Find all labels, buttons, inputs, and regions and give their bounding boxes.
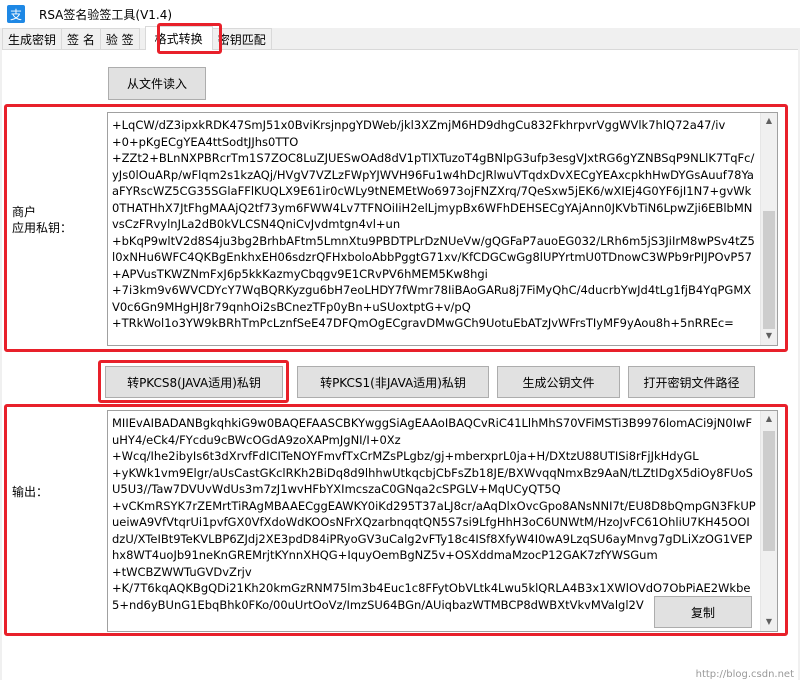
scroll-down-icon[interactable]: ▼ xyxy=(761,328,777,345)
watermark-text: http://blog.csdn.net xyxy=(695,669,794,680)
output-scrollbar[interactable]: ▲ ▼ xyxy=(760,411,777,631)
tab-highlight-box xyxy=(157,23,222,54)
open-key-path-button[interactable]: 打开密钥文件路径 xyxy=(628,366,755,398)
tab-sign[interactable]: 签 名 xyxy=(61,28,101,50)
scroll-up-icon[interactable]: ▲ xyxy=(761,411,777,428)
output-label: 输出： xyxy=(12,485,49,499)
private-key-label-line2: 应用私钥： xyxy=(12,221,73,235)
tab-verify[interactable]: 验 签 xyxy=(99,28,140,50)
read-from-file-button[interactable]: 从文件读入 xyxy=(108,67,206,100)
window-title: RSA签名验签工具(V1.4) xyxy=(39,7,173,22)
generate-public-key-button[interactable]: 生成公钥文件 xyxy=(497,366,620,398)
private-key-text: +LqCW/dZ3ipxkRDK47SmJ51x0BviKrsjnpgYDWeb… xyxy=(112,118,755,330)
private-key-textarea[interactable]: +LqCW/dZ3ipxkRDK47SmJ51x0BviKrsjnpgYDWeb… xyxy=(107,112,778,346)
convert-pkcs1-button[interactable]: 转PKCS1(非JAVA适用)私钥 xyxy=(297,366,489,398)
title-bar: 支 RSA签名验签工具(V1.4) xyxy=(0,0,800,28)
convert-pkcs8-button[interactable]: 转PKCS8(JAVA适用)私钥 xyxy=(105,366,283,398)
scroll-up-icon[interactable]: ▲ xyxy=(761,113,777,130)
scroll-down-icon[interactable]: ▼ xyxy=(761,614,777,631)
alipay-app-icon: 支 xyxy=(7,5,25,23)
tab-strip: 生成密钥 签 名 验 签 格式转换 密钥匹配 xyxy=(2,26,272,50)
tab-generate-key[interactable]: 生成密钥 xyxy=(2,28,63,50)
scroll-thumb[interactable] xyxy=(763,431,775,551)
private-key-scrollbar[interactable]: ▲ ▼ xyxy=(760,113,777,345)
scroll-thumb[interactable] xyxy=(763,211,775,329)
copy-button[interactable]: 复制 xyxy=(654,596,752,628)
